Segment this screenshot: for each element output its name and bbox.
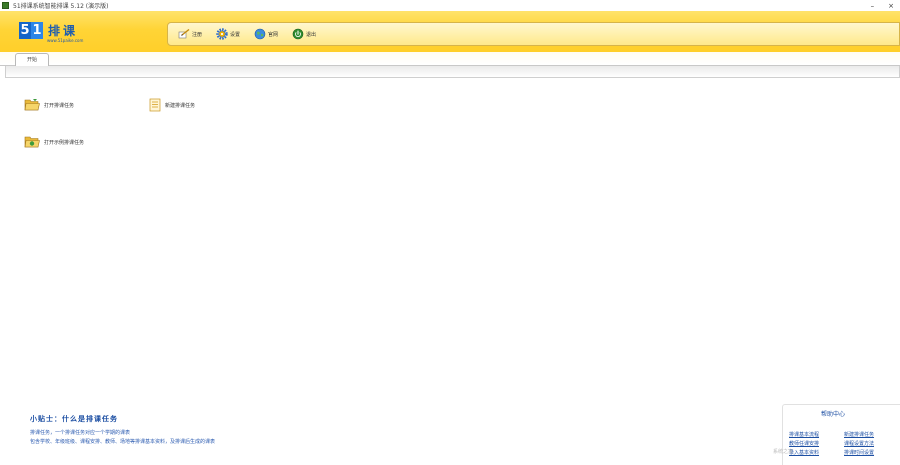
help-link[interactable]: 新建排课任务 — [844, 431, 899, 438]
settings-gear-icon — [216, 28, 228, 40]
tip-title: 小贴士：什么是排课任务 — [30, 415, 118, 423]
help-link[interactable]: 排课基本流程 — [789, 431, 844, 438]
exit-button[interactable]: 退出 — [292, 28, 316, 40]
help-panel: 帮助中心 排课基本流程 新建排课任务 教师任课安排 课程设置方法 录入基本资料 … — [782, 404, 900, 465]
register-label: 注册 — [192, 31, 203, 38]
open-folder-icon — [24, 99, 40, 111]
settings-label: 设置 — [230, 31, 241, 38]
tip-line: 包含学校、年级班级、课程安排、教师、场地等排课基本资料，及排课后生成的课表 — [30, 439, 216, 445]
help-title: 帮助中心 — [821, 411, 846, 418]
settings-button[interactable]: 设置 — [216, 28, 240, 40]
help-link[interactable]: 录入基本资料 — [789, 449, 844, 456]
window-titlebar: 51排课系统智能排课 5.12 (演示版) – × — [0, 0, 900, 11]
ribbon-tabbar: 开始 — [0, 52, 900, 66]
register-button[interactable]: 注册 — [178, 29, 202, 39]
open-task-shortcut[interactable]: 打开排课任务 — [24, 98, 74, 112]
open-example-shortcut[interactable]: 打开示例排课任务 — [24, 135, 84, 149]
open-task-label: 打开排课任务 — [44, 102, 75, 109]
globe-icon — [254, 28, 266, 40]
tip-panel: 小贴士：什么是排课任务 排课任务，一个排课任务对应一个学期的课表 包含学校、年级… — [30, 414, 215, 445]
help-link[interactable]: 课程设置方法 — [844, 440, 899, 447]
minimize-button[interactable]: – — [871, 2, 875, 10]
app-banner: 5 1 排课 www.51paike.com 注册 设置 官网 退出 — [0, 11, 900, 52]
tab-start[interactable]: 开始 — [15, 53, 49, 66]
register-icon — [178, 29, 190, 39]
logo-digit-1: 1 — [31, 22, 43, 39]
window-title: 51排课系统智能排课 5.12 (演示版) — [13, 3, 109, 10]
help-link[interactable]: 排课时间设置 — [844, 449, 899, 456]
open-example-label: 打开示例排课任务 — [44, 139, 85, 146]
help-link[interactable]: 教师任课安排 — [789, 440, 844, 447]
ribbon-panel — [5, 66, 900, 78]
example-folder-icon — [24, 136, 40, 148]
website-button[interactable]: 官网 — [254, 28, 278, 40]
new-task-label: 新建排课任务 — [165, 102, 196, 109]
exit-icon — [292, 28, 304, 40]
close-button[interactable]: × — [888, 2, 894, 10]
watermark: 系统之家 — [773, 449, 794, 455]
logo-text: 排课 — [48, 24, 79, 38]
new-task-shortcut[interactable]: 新建排课任务 — [149, 98, 195, 112]
new-document-icon — [149, 98, 161, 112]
logo-url: www.51paike.com — [47, 38, 84, 43]
app-icon — [2, 2, 9, 9]
logo: 5 1 — [19, 22, 43, 39]
tip-line: 排课任务，一个排课任务对应一个学期的课表 — [30, 430, 131, 436]
exit-label: 退出 — [306, 31, 317, 38]
main-toolbar: 注册 设置 官网 退出 — [167, 22, 900, 46]
website-label: 官网 — [268, 31, 279, 38]
logo-digit-5: 5 — [19, 22, 31, 39]
